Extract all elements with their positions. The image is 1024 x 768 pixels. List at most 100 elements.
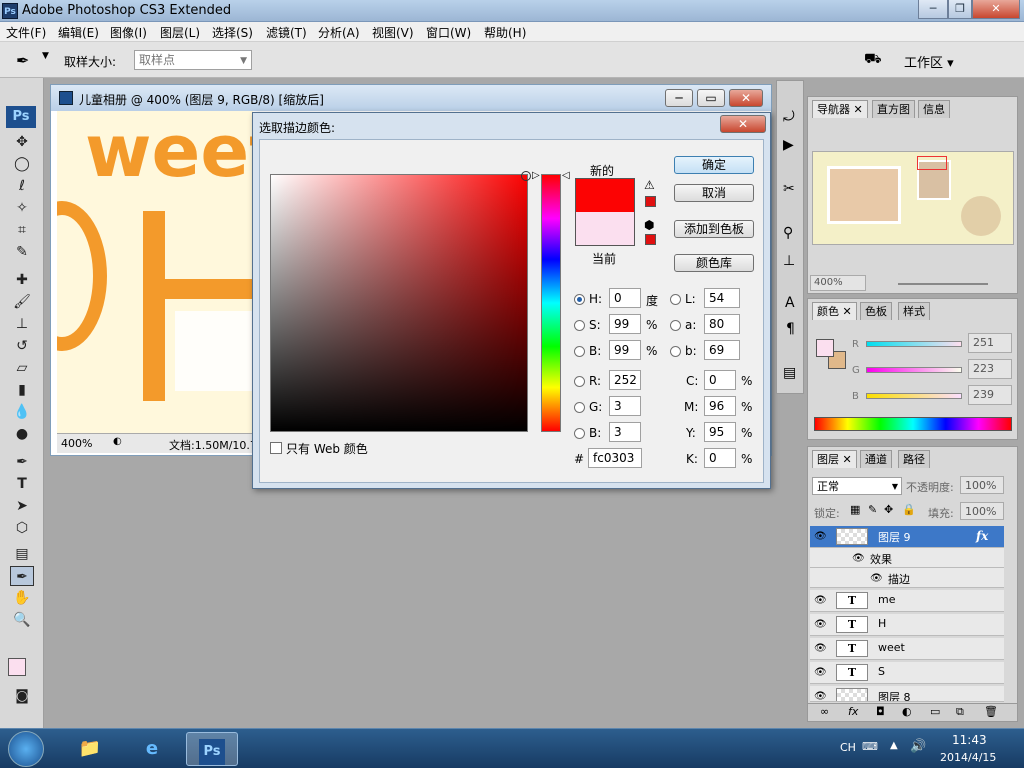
gamut-warning-icon[interactable]: ⚠: [644, 178, 655, 192]
layer-stroke-effect-row[interactable]: 👁 描边: [810, 568, 1004, 588]
r-slider[interactable]: [866, 341, 962, 347]
layer-comps-icon[interactable]: ▤: [783, 365, 796, 381]
visibility-eye-icon[interactable]: 👁: [814, 691, 827, 701]
photoshop-taskbar-button[interactable]: Ps: [186, 732, 238, 766]
lab-a-radio[interactable]: [670, 320, 681, 331]
sample-size-select[interactable]: 取样点 ▼: [134, 50, 252, 70]
tab-histogram[interactable]: 直方图: [872, 100, 915, 118]
lab-l-field[interactable]: 54: [704, 288, 740, 308]
saturation-field[interactable]: 99: [609, 314, 641, 334]
cancel-button[interactable]: 取消: [674, 184, 754, 202]
bridge-icon[interactable]: ⛟: [864, 51, 882, 69]
zoom-tool-icon[interactable]: 🔍: [10, 610, 34, 630]
explorer-taskbar-icon[interactable]: 📁: [64, 732, 116, 766]
b-slider[interactable]: [866, 393, 962, 399]
input-language[interactable]: CH: [840, 741, 856, 754]
blur-tool-icon[interactable]: 💧: [10, 402, 34, 422]
color-libraries-button[interactable]: 颜色库: [674, 254, 754, 272]
brightness-field[interactable]: 99: [609, 340, 641, 360]
cyan-field[interactable]: 0: [704, 370, 736, 390]
history-icon[interactable]: ⤾: [783, 109, 795, 125]
character-icon[interactable]: A: [785, 295, 795, 311]
color-spectrum-bar[interactable]: [814, 417, 1012, 431]
saturation-radio[interactable]: [574, 320, 585, 331]
actions-icon[interactable]: ▶: [783, 137, 794, 153]
hue-slider-right-arrow[interactable]: ◁: [562, 170, 570, 181]
layer-name[interactable]: 图层 9: [878, 529, 911, 545]
lock-transparent-icon[interactable]: ▦: [850, 503, 860, 516]
lab-b-field[interactable]: 69: [704, 340, 740, 360]
lab-a-field[interactable]: 80: [704, 314, 740, 334]
add-mask-icon[interactable]: ◘: [876, 705, 885, 718]
magenta-field[interactable]: 96: [704, 396, 736, 416]
fx-badge-icon[interactable]: fx: [976, 529, 988, 543]
menu-item-5[interactable]: 滤镜(T): [266, 24, 307, 41]
clone-source-icon[interactable]: ⊥: [783, 253, 795, 269]
color-field-cursor[interactable]: [521, 171, 531, 181]
menu-item-3[interactable]: 图层(L): [160, 24, 200, 41]
status-menu-icon[interactable]: ◐: [113, 436, 122, 447]
lab-l-radio[interactable]: [670, 294, 681, 305]
magic-wand-tool-icon[interactable]: ✧: [10, 198, 34, 218]
tab-channels[interactable]: 通道: [860, 450, 892, 468]
tab-styles[interactable]: 样式: [898, 302, 930, 320]
marquee-tool-icon[interactable]: ◯: [10, 154, 34, 174]
hue-slider[interactable]: [541, 174, 561, 432]
menu-item-8[interactable]: 窗口(W): [426, 24, 471, 41]
r-value-field[interactable]: 251: [968, 333, 1012, 353]
image-canvas[interactable]: weet: [57, 111, 253, 433]
menu-item-7[interactable]: 视图(V): [372, 24, 414, 41]
zoom-readout[interactable]: 400%: [61, 437, 92, 450]
menu-item-1[interactable]: 编辑(E): [58, 24, 99, 41]
navigator-thumbnail[interactable]: [812, 151, 1014, 245]
ok-button[interactable]: 确定: [674, 156, 754, 174]
navigator-zoom-slider[interactable]: [898, 283, 988, 285]
eyedropper-tool-icon[interactable]: ✒: [16, 51, 29, 70]
add-to-swatches-button[interactable]: 添加到色板: [674, 220, 754, 238]
g-value-field[interactable]: 223: [968, 359, 1012, 379]
blue-radio[interactable]: [574, 428, 585, 439]
path-select-icon[interactable]: ➤: [10, 496, 34, 516]
slice-tool-icon[interactable]: ✎: [10, 242, 34, 262]
ie-taskbar-icon[interactable]: e: [126, 732, 178, 766]
tool-presets-icon[interactable]: ✂: [783, 181, 795, 197]
keyboard-icon[interactable]: ⌨: [862, 740, 878, 753]
restore-button[interactable]: ❐: [948, 0, 972, 19]
lasso-tool-icon[interactable]: ℓ: [10, 176, 34, 196]
new-group-icon[interactable]: ▭: [930, 705, 940, 718]
doc-minimize-button[interactable]: ─: [665, 89, 693, 107]
adjustment-layer-icon[interactable]: ◐: [902, 705, 912, 718]
layer-row-weet[interactable]: 👁 T weet: [810, 638, 1004, 660]
move-tool-icon[interactable]: ✥: [10, 132, 34, 152]
tab-paths[interactable]: 路径: [898, 450, 930, 468]
menu-item-0[interactable]: 文件(F): [6, 24, 46, 41]
doc-close-button[interactable]: ✕: [729, 89, 763, 107]
lock-position-icon[interactable]: ✥: [884, 503, 893, 516]
dodge-tool-icon[interactable]: ●: [10, 424, 34, 444]
hand-tool-icon[interactable]: ✋: [10, 588, 34, 608]
brightness-radio[interactable]: [574, 346, 585, 357]
stroke-eye-icon[interactable]: 👁: [870, 573, 883, 584]
fill-field[interactable]: 100%: [960, 502, 1004, 520]
close-button[interactable]: ✕: [972, 0, 1020, 19]
g-slider[interactable]: [866, 367, 962, 373]
hue-slider-left-arrow[interactable]: ▷: [532, 170, 540, 181]
layer-name[interactable]: H: [878, 617, 886, 630]
tray-expand-icon[interactable]: ▲: [890, 740, 898, 751]
saturation-brightness-field[interactable]: [270, 171, 531, 432]
new-layer-icon[interactable]: ⧉: [956, 705, 964, 719]
history-brush-icon[interactable]: ↺: [10, 336, 34, 356]
eraser-tool-icon[interactable]: ▱: [10, 358, 34, 378]
visibility-eye-icon[interactable]: 👁: [814, 643, 827, 654]
layer-row-h[interactable]: 👁 T H: [810, 614, 1004, 636]
navigator-view-box[interactable]: [917, 156, 947, 170]
current-color-swatch[interactable]: [575, 212, 635, 246]
dialog-close-button[interactable]: ✕: [720, 115, 766, 133]
paragraph-icon[interactable]: ¶: [786, 321, 795, 337]
layer-row-me[interactable]: 👁 T me: [810, 590, 1004, 612]
tab-color[interactable]: 颜色 ✕: [812, 302, 857, 320]
layer-name[interactable]: S: [878, 665, 885, 678]
layer-name[interactable]: me: [878, 593, 895, 606]
panel-foreground-swatch[interactable]: [816, 339, 834, 357]
volume-icon[interactable]: 🔊: [910, 739, 926, 754]
